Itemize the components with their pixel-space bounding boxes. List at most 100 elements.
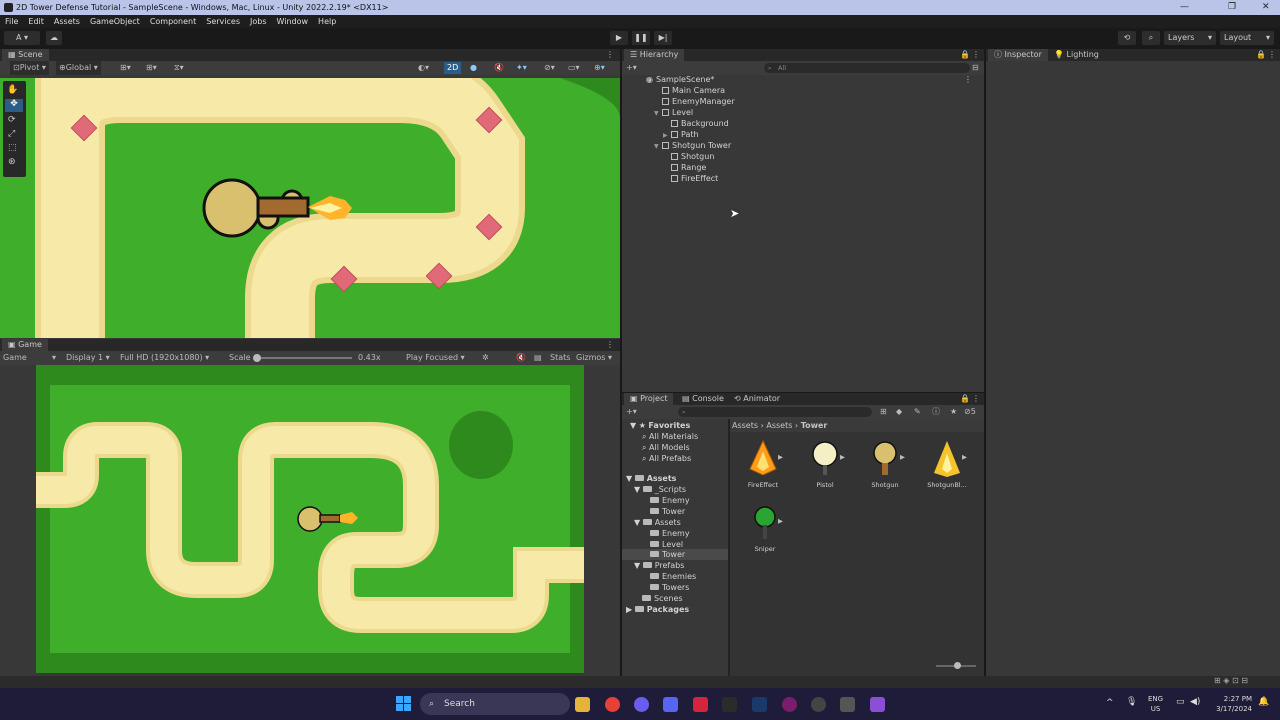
breadcrumb-tower[interactable]: Tower: [801, 421, 828, 430]
tree-assets-enemy[interactable]: Enemy: [650, 529, 690, 538]
minimize-icon[interactable]: —: [1180, 0, 1189, 15]
tab-animator[interactable]: ⟲ Animator: [728, 393, 786, 405]
camera-icon[interactable]: ▭▾: [568, 61, 580, 75]
hierarchy-item-enemymanager[interactable]: EnemyManager: [662, 97, 735, 106]
project-search-input[interactable]: [678, 407, 872, 417]
play-prefab-icon[interactable]: ▶: [840, 453, 845, 461]
scene-viewport[interactable]: [0, 78, 620, 338]
transform-tool-icon[interactable]: ⊛: [8, 157, 16, 167]
chevron-up-icon[interactable]: ^: [1106, 698, 1114, 708]
more-options-icon[interactable]: ⋮: [964, 75, 972, 84]
tab-console[interactable]: ▤ Console: [676, 393, 730, 405]
more-options-icon[interactable]: ⋮: [606, 339, 614, 351]
asset-fireeffect[interactable]: ▶ FireEffect: [738, 439, 788, 489]
close-icon[interactable]: ✕: [1262, 0, 1270, 15]
move-tool-icon[interactable]: ✥: [5, 99, 23, 112]
rect-tool-icon[interactable]: ⬚: [8, 143, 17, 153]
resolution-dropdown[interactable]: Full HD (1920x1080) ▾: [120, 351, 209, 365]
tab-inspector[interactable]: ⓘ Inspector: [988, 49, 1048, 61]
expand-arrow-icon[interactable]: ▼: [654, 143, 659, 150]
epic-games-icon[interactable]: [722, 697, 737, 712]
menu-gameobject[interactable]: GameObject: [85, 15, 145, 28]
rotate-tool-icon[interactable]: ⟳: [8, 115, 16, 125]
visual-studio-icon[interactable]: [870, 697, 885, 712]
favorite-star-icon[interactable]: ★: [950, 405, 957, 419]
circle-app-icon[interactable]: [782, 697, 797, 712]
tree-packages[interactable]: ▶ Packages: [626, 605, 689, 614]
menu-component[interactable]: Component: [145, 15, 201, 28]
menu-jobs[interactable]: Jobs: [245, 15, 272, 28]
tree-all-models[interactable]: ⌕ All Models: [642, 443, 690, 453]
tree-all-materials[interactable]: ⌕ All Materials: [642, 432, 698, 442]
hierarchy-item-shotgun[interactable]: Shotgun: [671, 152, 714, 161]
tab-scene[interactable]: ▦ Scene: [2, 49, 49, 61]
taskbar-search-box[interactable]: ⌕ Search: [420, 693, 570, 715]
asset-shotgunblast[interactable]: ▶ ShotgunBl...: [922, 439, 972, 489]
red-app-icon[interactable]: [693, 697, 708, 712]
bug-icon[interactable]: ✲: [482, 351, 489, 365]
breadcrumb-assets[interactable]: Assets: [732, 421, 758, 430]
icon-size-slider[interactable]: [936, 662, 976, 669]
obs-icon[interactable]: [811, 697, 826, 712]
tab-lighting[interactable]: 💡 Lighting: [1048, 49, 1105, 61]
hierarchy-item-level[interactable]: Level: [662, 108, 693, 117]
hierarchy-item-path[interactable]: Path: [671, 130, 699, 139]
hierarchy-search-input[interactable]: All: [764, 63, 970, 73]
language-indicator[interactable]: ENG US: [1148, 694, 1163, 714]
microphone-icon[interactable]: 🎙: [1126, 697, 1137, 707]
notification-icon[interactable]: 🔔: [1258, 697, 1269, 707]
layers-dropdown[interactable]: Layers ▾: [1164, 31, 1216, 45]
game-mode-dropdown[interactable]: Game: [3, 351, 27, 365]
breadcrumb-assets-sub[interactable]: Assets: [766, 421, 792, 430]
file-explorer-icon[interactable]: [575, 697, 590, 712]
tab-hierarchy[interactable]: ☰ Hierarchy: [624, 49, 685, 61]
info-icon[interactable]: ⓘ: [932, 405, 940, 419]
menu-help[interactable]: Help: [313, 15, 341, 28]
filter-icon[interactable]: ⊟: [972, 61, 979, 75]
tree-scenes[interactable]: Scenes: [642, 594, 683, 603]
mute-audio-icon[interactable]: 🔇: [516, 351, 526, 365]
account-button[interactable]: A ▾: [4, 31, 40, 45]
tree-assets[interactable]: ▼ Assets: [626, 474, 676, 483]
more-options-icon[interactable]: ⋮: [1268, 49, 1276, 61]
gizmos-icon[interactable]: ⊕▾: [594, 61, 605, 75]
unity-taskbar-icon[interactable]: [840, 697, 855, 712]
play-prefab-icon[interactable]: ▶: [778, 517, 783, 525]
stats-button[interactable]: Stats: [550, 351, 570, 365]
grid-snap-icon[interactable]: ⊞▾: [120, 61, 131, 75]
tree-all-prefabs[interactable]: ⌕ All Prefabs: [642, 454, 691, 464]
tree-scripts[interactable]: ▼ _Scripts: [634, 485, 686, 494]
lighting-toggle-icon[interactable]: ●: [470, 61, 477, 75]
increment-snap-icon[interactable]: ⧖▾: [174, 61, 184, 75]
scale-slider-handle[interactable]: [253, 354, 261, 362]
menu-edit[interactable]: Edit: [23, 15, 49, 28]
layout-dropdown[interactable]: Layout ▾: [1220, 31, 1274, 45]
display-dropdown[interactable]: Display 1 ▾: [66, 351, 110, 365]
tree-assets-level[interactable]: Level: [650, 540, 683, 549]
maximize-icon[interactable]: ❐: [1228, 0, 1236, 15]
search-icon[interactable]: ⌕: [1142, 31, 1160, 45]
lock-icon[interactable]: 🔒: [960, 393, 970, 405]
hand-tool-icon[interactable]: ✋: [7, 85, 18, 95]
collapse-arrow-icon[interactable]: ▶: [663, 132, 668, 139]
tree-assets-tower-selected[interactable]: Tower: [622, 549, 728, 560]
play-prefab-icon[interactable]: ▶: [962, 453, 967, 461]
play-prefab-icon[interactable]: ▶: [900, 453, 905, 461]
hierarchy-item-main-camera[interactable]: Main Camera: [662, 86, 725, 95]
tree-favorites[interactable]: ▼ ★ Favorites: [630, 421, 690, 430]
more-options-icon[interactable]: ⋮: [972, 49, 980, 61]
tree-scripts-enemy[interactable]: Enemy: [650, 496, 690, 505]
search-by-type-icon[interactable]: ⊞: [880, 405, 887, 419]
menu-services[interactable]: Services: [201, 15, 245, 28]
hierarchy-item-samplescene[interactable]: ◉ SampleScene*: [646, 75, 714, 84]
icon-size-slider-handle[interactable]: [954, 662, 961, 669]
history-icon[interactable]: ⟲: [1118, 31, 1136, 45]
scale-tool-icon[interactable]: ⤢: [8, 129, 15, 139]
messenger-icon[interactable]: [634, 697, 649, 712]
play-prefab-icon[interactable]: ▶: [778, 453, 783, 461]
effects-icon[interactable]: ✦▾: [516, 61, 527, 75]
asset-pistol[interactable]: ▶ Pistol: [800, 439, 850, 489]
shading-mode-icon[interactable]: ◐▾: [418, 61, 429, 75]
global-dropdown[interactable]: ⊕Global ▾: [56, 61, 101, 75]
clock[interactable]: 2:27 PM 3/17/2024: [1208, 694, 1252, 714]
